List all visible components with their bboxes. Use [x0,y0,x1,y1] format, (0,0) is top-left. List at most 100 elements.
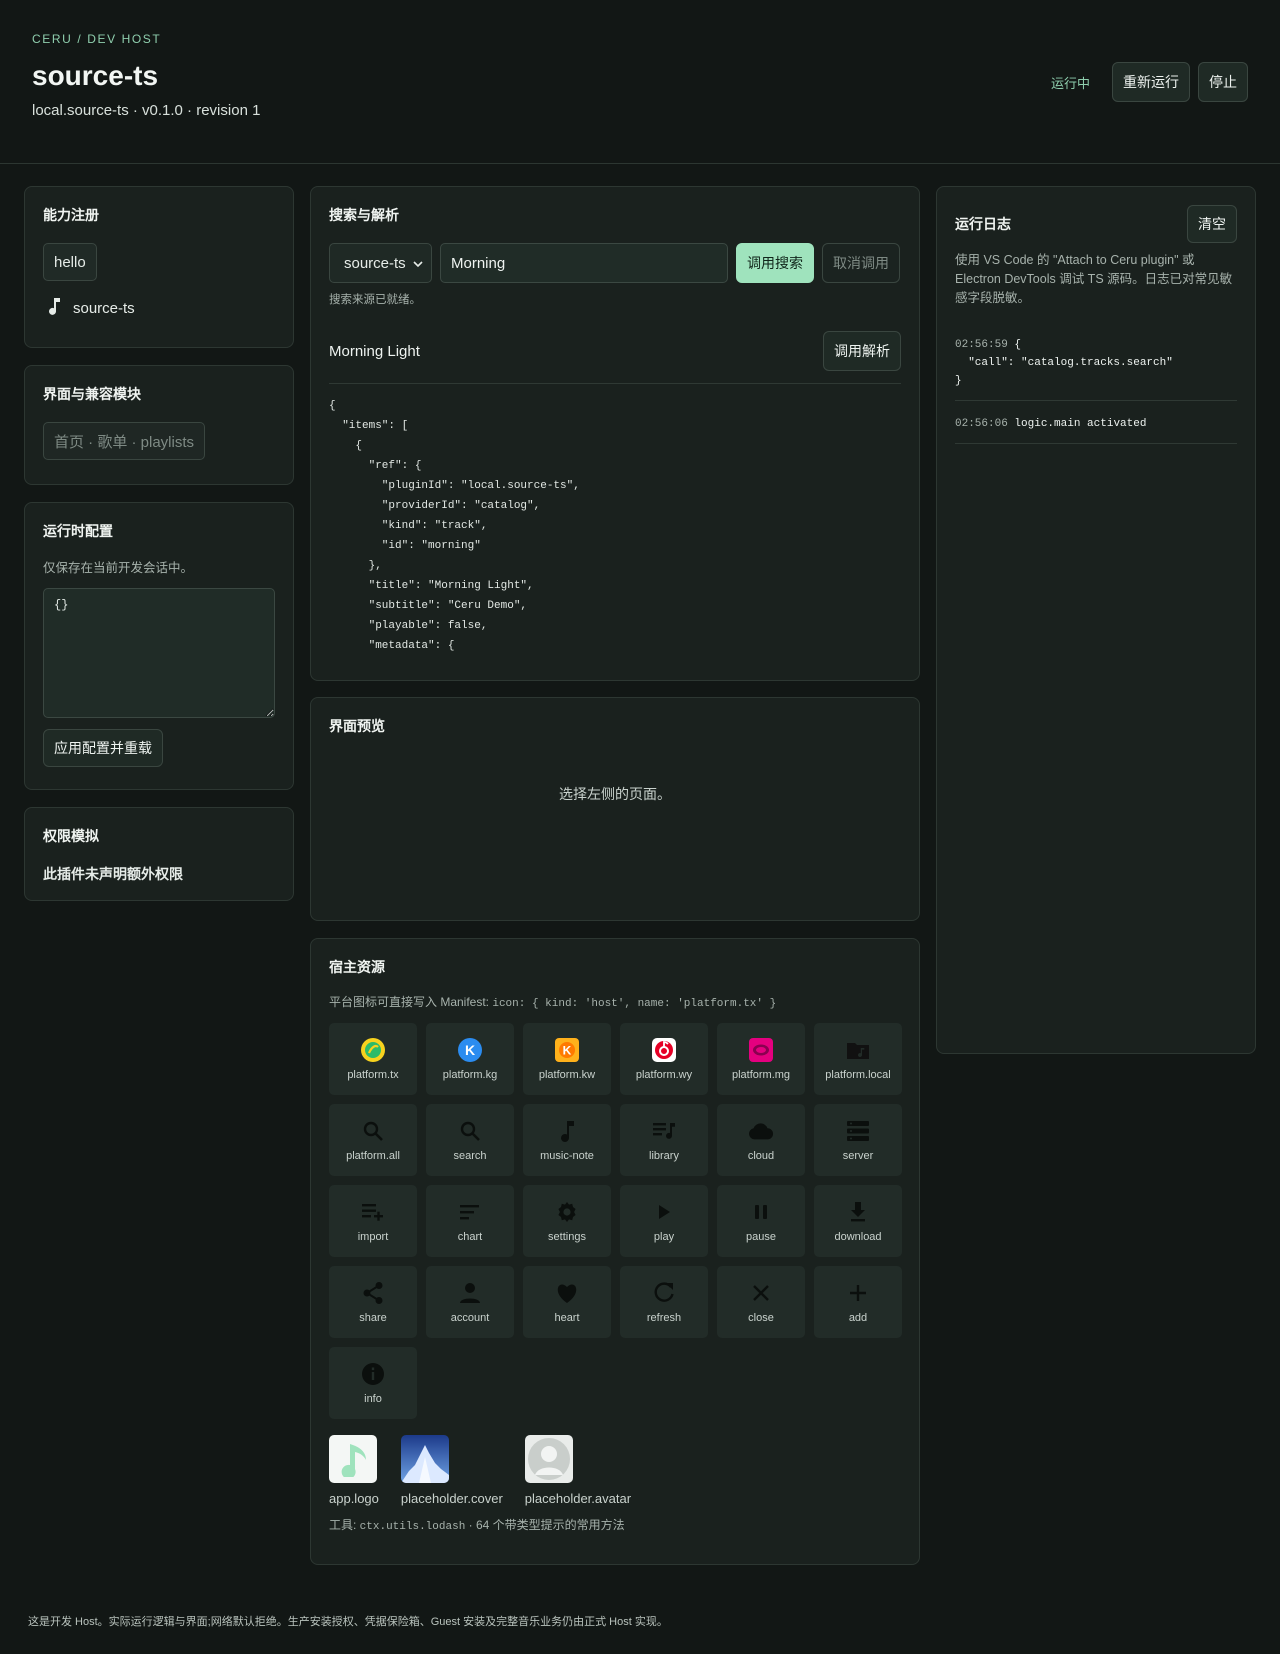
resource-tile-info[interactable]: info [329,1347,417,1419]
resource-tile-server[interactable]: server [814,1104,902,1176]
asset-row: app.logo placeholder.cover placeholder.a… [329,1435,901,1506]
resource-tile-music-note[interactable]: music-note [523,1104,611,1176]
resource-tile-pause[interactable]: pause [717,1185,805,1257]
resource-tile-platform-local[interactable]: platform.local [814,1023,902,1095]
resource-tile-label: add [848,1312,868,1324]
resource-tile-label: pause [746,1231,776,1243]
asset-label: app.logo [329,1491,379,1506]
resource-tile-label: cloud [747,1150,775,1162]
resource-tile-account[interactable]: account [426,1266,514,1338]
tools-code: ctx.utils.lodash [359,1521,466,1533]
heart-icon [554,1280,580,1306]
platform-local-icon [845,1037,871,1063]
host-resources-title: 宿主资源 [329,959,385,975]
preview-title: 界面预览 [329,718,385,734]
music-note-icon [47,297,61,319]
log-list: 02:56:59 { "call": "catalog.tracks.searc… [955,322,1237,444]
clear-log-button[interactable]: 清空 [1187,205,1237,243]
capability-item[interactable]: source-ts [43,297,275,319]
resource-tile-label: heart [554,1312,580,1324]
resource-tile-add[interactable]: add [814,1266,902,1338]
hint-code: icon: { kind: 'host', name: 'platform.tx… [492,998,777,1010]
resource-tile-label: close [748,1312,774,1324]
stop-button[interactable]: 停止 [1198,62,1248,102]
resource-tile-download[interactable]: download [814,1185,902,1257]
breadcrumb: CERU / DEV HOST [32,32,162,46]
asset-label: placeholder.cover [400,1491,503,1506]
ui-modules-title: 界面与兼容模块 [43,386,141,402]
resource-tile-heart[interactable]: heart [523,1266,611,1338]
resolve-button[interactable]: 调用解析 [823,331,901,371]
resource-tile-chart[interactable]: chart [426,1185,514,1257]
avatar-image [524,1435,573,1483]
search-panel: 搜索与解析 source-ts 调用搜索 取消调用 搜索来源已就绪。 Morni… [310,186,920,681]
resource-tile-close[interactable]: close [717,1266,805,1338]
source-select-value: source-ts [344,254,406,272]
capability-chip[interactable]: hello [43,243,97,281]
asset-app-logo[interactable]: app.logo [329,1435,379,1506]
resource-tile-platform-wy[interactable]: platform.wy [620,1023,708,1095]
refresh-icon [651,1280,677,1306]
ui-module-chip[interactable]: 首页 · 歌单 · playlists [43,422,206,460]
resource-tile-label: download [834,1231,882,1243]
log-message: logic.main activated [1014,418,1147,430]
source-select[interactable]: source-ts [329,243,432,283]
resource-tile-label: server [842,1150,874,1162]
resource-tile-platform-tx[interactable]: platform.tx [329,1023,417,1095]
asset-label: placeholder.avatar [524,1491,632,1506]
search-status: 搜索来源已就绪。 [329,294,421,306]
cancel-call-button[interactable]: 取消调用 [822,243,900,283]
asset-placeholder-cover[interactable]: placeholder.cover [400,1435,503,1506]
resource-tile-platform-kg[interactable]: Kplatform.kg [426,1023,514,1095]
share-icon [360,1280,386,1306]
resource-tile-cloud[interactable]: cloud [717,1104,805,1176]
plugin-version: local.source-ts · v0.1.0 · revision 1 [32,102,261,119]
chevron-down-icon [413,255,423,272]
platform-wy-icon [651,1037,677,1063]
svg-text:K: K [465,1042,475,1058]
resource-tile-label: search [453,1150,487,1162]
download-icon [845,1199,871,1225]
resource-tile-label: play [653,1231,675,1243]
server-icon [845,1118,871,1144]
asset-placeholder-avatar[interactable]: placeholder.avatar [524,1435,632,1506]
permissions-text: 此插件未声明额外权限 [43,866,183,882]
result-title: Morning Light [329,342,420,360]
runtime-config-editor[interactable]: {} [43,588,275,718]
platform-mg-icon [748,1037,774,1063]
search-input[interactable] [440,243,728,283]
permissions-panel: 权限模拟 此插件未声明额外权限 [24,807,294,901]
search-button[interactable]: 调用搜索 [736,243,814,283]
rerun-button[interactable]: 重新运行 [1112,62,1190,102]
resource-tile-play[interactable]: play [620,1185,708,1257]
resource-tile-label: import [357,1231,389,1243]
hint-prefix: 平台图标可直接写入 Manifest: [329,995,493,1009]
resource-tile-label: platform.kg [442,1069,498,1081]
resource-tile-share[interactable]: share [329,1266,417,1338]
apply-config-button[interactable]: 应用配置并重载 [43,729,163,767]
resource-tile-platform-kw[interactable]: Kplatform.kw [523,1023,611,1095]
host-resources-hint: 平台图标可直接写入 Manifest: icon: { kind: 'host'… [329,993,901,1010]
capabilities-title: 能力注册 [43,207,99,223]
add-icon [845,1280,871,1306]
preview-empty-text: 选择左侧的页面。 [559,786,671,802]
resource-tile-import[interactable]: import [329,1185,417,1257]
resource-tile-label: share [359,1312,387,1324]
resource-tile-platform-all[interactable]: platform.all [329,1104,417,1176]
close-icon [748,1280,774,1306]
settings-icon [554,1199,580,1225]
resource-tile-refresh[interactable]: refresh [620,1266,708,1338]
log-panel: 运行日志 清空 使用 VS Code 的 "Attach to Ceru plu… [936,186,1256,1054]
cover-image [400,1435,449,1483]
resource-tile-settings[interactable]: settings [523,1185,611,1257]
resource-tile-search[interactable]: search [426,1104,514,1176]
result-json: { "items": [ { "ref": { "pluginId": "loc… [329,400,580,652]
music-note-icon [554,1118,580,1144]
resource-tile-label: info [364,1393,382,1405]
app-logo-image [329,1435,377,1483]
platform-tx-icon [360,1037,386,1063]
chart-icon [457,1199,483,1225]
resource-tile-platform-mg[interactable]: platform.mg [717,1023,805,1095]
resource-tile-library[interactable]: library [620,1104,708,1176]
icon-grid: platform.tx Kplatform.kg Kplatform.kw platf… [329,1023,902,1419]
